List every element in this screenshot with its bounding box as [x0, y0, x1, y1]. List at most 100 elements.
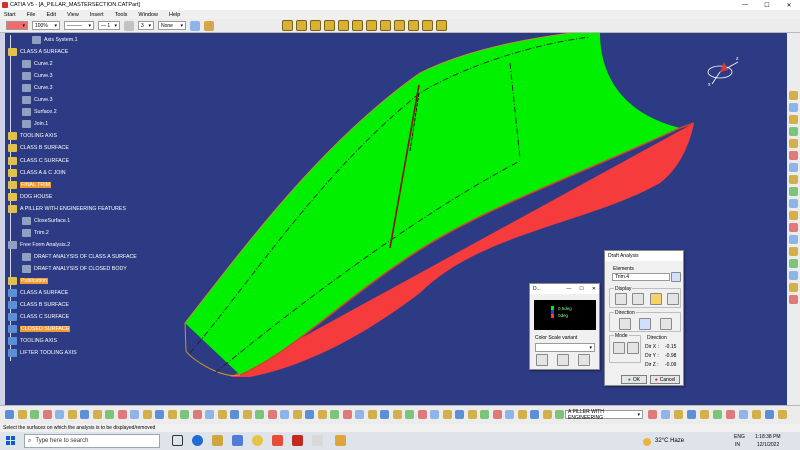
- tree-node[interactable]: CLOSED SURFACE: [8, 324, 71, 334]
- normal-view-icon[interactable]: [366, 20, 377, 31]
- fit-all-icon[interactable]: [296, 20, 307, 31]
- tool-icon[interactable]: [789, 211, 798, 220]
- toolbar-icon[interactable]: [417, 410, 427, 419]
- tree-node[interactable]: CLASS B SURFACE: [8, 143, 69, 153]
- toolbar-icon[interactable]: [505, 410, 514, 419]
- toolbar-icon[interactable]: [17, 410, 27, 419]
- toolbar-icon[interactable]: [455, 410, 464, 419]
- tool-icon[interactable]: [789, 127, 798, 136]
- point-style-icon[interactable]: [124, 20, 134, 31]
- properties-icon[interactable]: [204, 20, 214, 31]
- tree-node[interactable]: Curve.2: [22, 59, 53, 69]
- toolbar-icon[interactable]: [67, 410, 77, 419]
- toolbar-icon[interactable]: [30, 410, 39, 419]
- shading-icon[interactable]: [408, 20, 419, 31]
- tree-splitter[interactable]: [0, 33, 5, 405]
- edit-scale-icon[interactable]: [557, 354, 569, 366]
- toolbar-icon[interactable]: [342, 410, 352, 419]
- toolbar-icon[interactable]: [542, 410, 552, 419]
- toolbar-icon[interactable]: [687, 410, 696, 419]
- toolbar-icon[interactable]: [739, 410, 748, 419]
- toolbar-icon[interactable]: [380, 410, 389, 419]
- tool-icon[interactable]: [789, 91, 798, 100]
- toolbar-icon[interactable]: [700, 410, 709, 419]
- minimize-icon[interactable]: —: [566, 286, 571, 292]
- compass-direction-icon[interactable]: [619, 318, 631, 330]
- toolbar-icon[interactable]: [130, 410, 139, 419]
- tool-icon[interactable]: [789, 271, 798, 280]
- tree-node[interactable]: CLASS C SURFACE: [8, 312, 69, 322]
- pan-icon[interactable]: [310, 20, 321, 31]
- tree-node[interactable]: DRAFT ANALYSIS OF CLASS A SURFACE: [22, 252, 137, 262]
- toolbar-icon[interactable]: [55, 410, 64, 419]
- toolbar-icon[interactable]: [765, 410, 774, 419]
- tree-node[interactable]: Curve.3: [22, 83, 53, 93]
- toolbar-icon[interactable]: [180, 410, 189, 419]
- full-mode-icon[interactable]: [632, 293, 644, 305]
- ok-button[interactable]: ● OK: [621, 375, 647, 384]
- toolbar-icon[interactable]: [555, 410, 564, 419]
- close-button[interactable]: ✕: [778, 2, 800, 9]
- toolbar-icon[interactable]: [530, 410, 539, 419]
- toolbar-icon[interactable]: [392, 410, 402, 419]
- tree-node[interactable]: CLASS A & C JOIN: [8, 168, 66, 178]
- tree-node[interactable]: LIFTER TOOLING AXIS: [8, 348, 77, 358]
- zoom-out-icon[interactable]: [352, 20, 363, 31]
- toolbar-icon[interactable]: [117, 410, 127, 419]
- toolbar-icon[interactable]: [5, 410, 14, 419]
- tool-icon[interactable]: [789, 163, 798, 172]
- tool-icon[interactable]: [789, 103, 798, 112]
- swap-space-icon[interactable]: [436, 20, 447, 31]
- wps-icon[interactable]: [292, 435, 303, 446]
- save-as-scale-icon[interactable]: [578, 354, 590, 366]
- language-code[interactable]: ENG: [734, 434, 745, 440]
- layer-combo[interactable]: None ▾: [158, 21, 186, 30]
- multi-view-icon[interactable]: [380, 20, 391, 31]
- tree-node[interactable]: Trim.2: [22, 228, 49, 238]
- light-icon[interactable]: [667, 293, 679, 305]
- toolbar-icon[interactable]: [167, 410, 177, 419]
- tree-node[interactable]: Curve.3: [22, 71, 53, 81]
- toolbar-icon[interactable]: [430, 410, 439, 419]
- toolbar-icon[interactable]: [192, 410, 202, 419]
- toolbar-icon[interactable]: [778, 410, 787, 419]
- toolbar-icon[interactable]: [155, 410, 164, 419]
- color-picker[interactable]: ▾: [6, 21, 28, 30]
- toolbar-icon[interactable]: [330, 410, 339, 419]
- fly-icon[interactable]: [282, 20, 293, 31]
- layer-number-combo[interactable]: 3 ▾: [138, 21, 154, 30]
- inspection-icon[interactable]: [650, 293, 662, 305]
- toolbar-icon[interactable]: [230, 410, 239, 419]
- tree-node[interactable]: CLASS A SURFACE: [8, 288, 68, 298]
- tree-node[interactable]: Publication: [8, 276, 48, 286]
- chrome-icon[interactable]: [252, 435, 263, 446]
- tree-node[interactable]: CLASS C SURFACE: [8, 156, 69, 166]
- tree-node[interactable]: Axis System.1: [32, 35, 78, 45]
- rotate-icon[interactable]: [324, 20, 335, 31]
- menu-insert[interactable]: Insert: [90, 12, 104, 18]
- catia-icon[interactable]: [312, 435, 323, 446]
- maximize-button[interactable]: ☐: [756, 2, 778, 9]
- iso-view-icon[interactable]: [394, 20, 405, 31]
- toolbar-icon[interactable]: [280, 410, 289, 419]
- tree-node[interactable]: DRAFT ANALYSIS OF CLOSED BODY: [22, 264, 127, 274]
- tree-node[interactable]: Free Form Analysis.2: [8, 240, 70, 250]
- zoom-combo[interactable]: 100% ▾: [32, 21, 60, 30]
- quick-mode-icon[interactable]: [615, 293, 627, 305]
- zoom-in-icon[interactable]: [338, 20, 349, 31]
- toolbar-icon[interactable]: [242, 410, 252, 419]
- tree-node[interactable]: TOOLING AXIS: [8, 336, 57, 346]
- toolbar-icon[interactable]: [367, 410, 377, 419]
- elements-field[interactable]: Trim.4: [612, 273, 670, 281]
- windows-start-icon[interactable]: [6, 436, 16, 446]
- multi-select-icon[interactable]: [671, 272, 681, 282]
- taskbar-search[interactable]: ⌕ Type here to search: [24, 434, 160, 448]
- toolbar-icon[interactable]: [42, 410, 52, 419]
- toolbar-icon[interactable]: [255, 410, 264, 419]
- current-geoset-combo[interactable]: A PILLER WITH ENGINEERING ▾: [565, 409, 643, 421]
- tree-node[interactable]: A PILLER WITH ENGINEERING FEATURES: [8, 204, 126, 214]
- toolbar-icon[interactable]: [517, 410, 527, 419]
- lock-direction-icon[interactable]: [639, 318, 651, 330]
- toolbar-icon[interactable]: [467, 410, 477, 419]
- tool-icon[interactable]: [789, 235, 798, 244]
